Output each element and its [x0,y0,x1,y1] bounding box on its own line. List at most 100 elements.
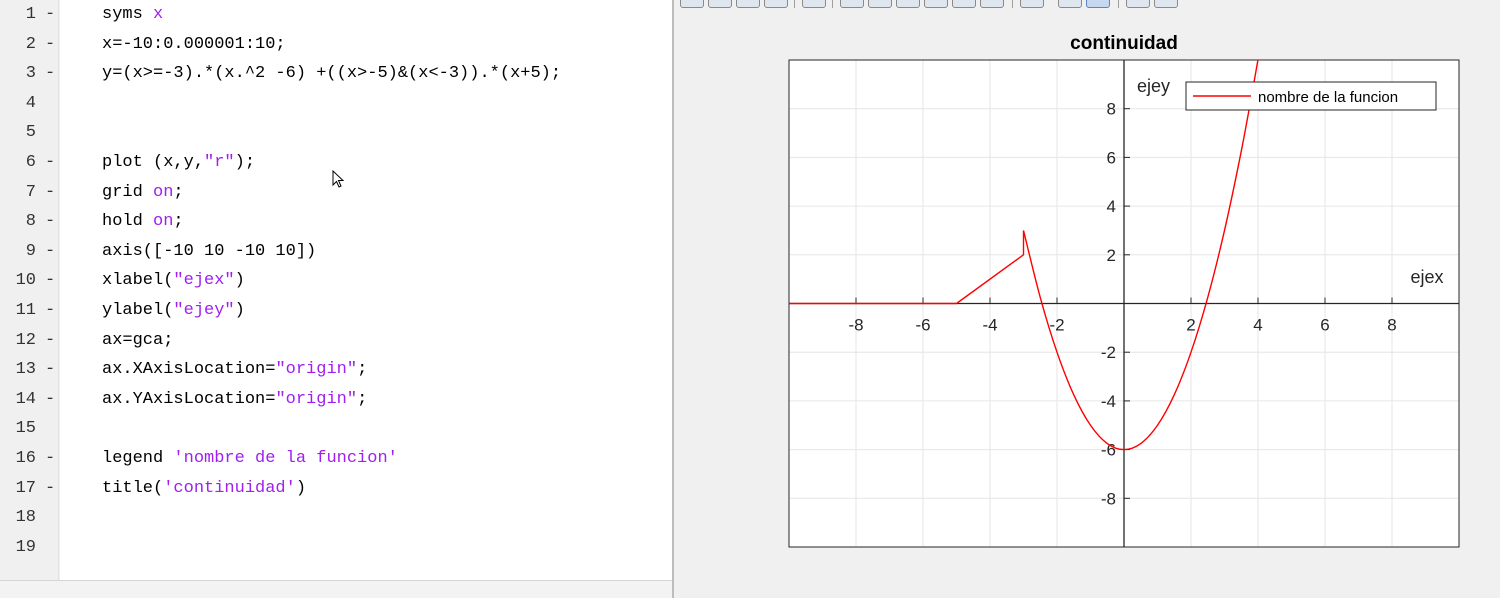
x-tick-label: -6 [915,316,930,335]
code-line[interactable]: 14- ax.YAxisLocation="origin"; [0,385,672,415]
y-tick-label: -6 [1101,441,1116,460]
line-number: 13 [15,360,36,380]
code-token: plot (x,y, [102,153,205,172]
x-tick-label: -8 [848,316,863,335]
breakpoint-marker[interactable]: - [45,296,55,326]
code-text[interactable]: axis([-10 10 -10 10]) [102,237,316,267]
breakpoint-marker[interactable]: - [45,59,55,89]
y-tick-label: 8 [1107,100,1116,119]
chart-title: continuidad [1070,33,1178,54]
horizontal-scrollbar[interactable] [0,580,672,598]
code-text[interactable]: xlabel("ejex") [102,266,245,296]
code-text[interactable]: ax.XAxisLocation="origin"; [102,355,367,385]
breakpoint-marker[interactable]: - [45,444,55,474]
x-tick-label: 2 [1186,316,1195,335]
string-token: "origin" [275,389,358,409]
string-token: "ejey" [173,301,235,320]
code-token: ; [357,360,368,380]
line-number: 2 [25,34,36,54]
line-number: 10 [15,271,36,291]
code-line[interactable]: 13- ax.XAxisLocation="origin"; [0,355,672,385]
code-token: xlabel( [102,271,174,291]
code-line[interactable]: 4 [0,89,672,119]
code-editor[interactable]: 1- syms x 2- x=-10:0.000001:10; 3- y=(x>=-3).… [0,0,672,598]
breakpoint-marker[interactable]: - [45,385,55,415]
code-text[interactable]: ax.YAxisLocation="origin"; [102,385,367,415]
y-tick-label: -4 [1101,392,1116,411]
code-text[interactable]: ylabel("ejey") [102,296,245,326]
figure-window[interactable]: -8 -6 -4 -2 2 4 6 8 -8 -6 -4 -2 2 4 6 8 continuidad eje… [672,0,1500,598]
code-text[interactable]: hold on; [102,207,184,237]
x-axis-label: ejex [1410,267,1443,287]
x-tick-label: 8 [1387,316,1396,335]
code-line[interactable]: 15 [0,414,672,444]
code-line[interactable]: 16- legend 'nombre de la funcion' [0,444,672,474]
code-token: ylabel( [102,301,174,320]
code-text[interactable]: syms x [102,0,163,30]
line-number: 16 [15,449,36,468]
code-text[interactable]: title('continuidad') [102,474,306,504]
breakpoint-marker[interactable]: - [45,178,55,208]
code-text[interactable]: x=-10:0.000001:10; [102,30,286,60]
string-token: on [153,182,174,202]
string-token: 'continuidad' [163,478,296,498]
code-text[interactable]: plot (x,y,"r"); [102,148,255,178]
figure-canvas[interactable]: -8 -6 -4 -2 2 4 6 8 -8 -6 -4 -2 2 4 6 8 continuidad eje… [674,0,1500,598]
code-line[interactable]: 11- ylabel("ejey") [0,296,672,326]
x-tick-label: 6 [1320,316,1329,335]
breakpoint-marker[interactable]: - [45,474,55,504]
string-token: "r" [204,153,235,172]
breakpoint-marker[interactable]: - [45,355,55,385]
string-token: 'nombre de la funcion' [173,449,398,468]
breakpoint-marker[interactable]: - [45,0,55,30]
code-line[interactable]: 12- ax=gca; [0,326,672,356]
code-token: axis([-10 10 -10 10]) [102,241,317,261]
code-text[interactable]: legend 'nombre de la funcion' [102,444,398,474]
code-token: ; [173,182,184,202]
y-tick-label: 2 [1107,246,1116,265]
line-number: 6 [25,153,36,172]
code-line[interactable]: 10- xlabel("ejex") [0,266,672,296]
y-axis-label: ejey [1137,76,1170,96]
code-line[interactable]: 9- axis([-10 10 -10 10]) [0,237,672,267]
code-line[interactable]: 1- syms x [0,0,672,30]
line-number: 14 [15,389,36,409]
breakpoint-marker[interactable]: - [45,266,55,296]
breakpoint-marker[interactable]: - [45,30,55,60]
line-number: 9 [25,241,36,261]
y-tick-label: -8 [1101,489,1116,508]
code-line[interactable]: 2- x=-10:0.000001:10; [0,30,672,60]
breakpoint-marker[interactable]: - [45,326,55,356]
code-text[interactable]: ax=gca; [102,326,173,356]
code-token: ) [295,478,307,498]
legend[interactable]: nombre de la funcion [1185,81,1437,111]
breakpoint-marker[interactable]: - [45,237,55,267]
code-token: ax.YAxisLocation= [102,389,276,409]
code-token: ); [234,153,256,172]
code-token: ) [234,301,245,320]
x-tick-label: -4 [982,316,997,335]
line-number: 15 [15,419,36,439]
code-line[interactable]: 19 [0,533,672,563]
code-token: syms [102,5,154,24]
code-token: ax.XAxisLocation= [102,360,276,380]
code-token: hold [102,212,154,232]
code-token: ax=gca; [102,330,174,350]
code-line[interactable]: 17- title('continuidad') [0,474,672,504]
code-line[interactable]: 18 [0,503,672,533]
mouse-pointer-icon [332,170,345,188]
breakpoint-marker[interactable]: - [45,148,55,178]
line-number: 5 [25,123,36,143]
line-number: 19 [15,537,36,557]
code-line[interactable]: 5 [0,118,672,148]
line-number: 1 [25,5,36,24]
code-text[interactable]: y=(x>=-3).*(x.^2 -6) +((x>-5)&(x<-3)).*(… [102,59,561,89]
line-number: 12 [15,330,36,350]
breakpoint-marker[interactable]: - [45,207,55,237]
string-token: x [153,5,164,24]
y-tick-label: -2 [1101,343,1116,362]
code-line[interactable]: 3- y=(x>=-3).*(x.^2 -6) +((x>-5)&(x<-3)).… [0,59,672,89]
code-text[interactable]: grid on; [102,178,184,208]
string-token: "origin" [275,360,358,380]
code-line[interactable]: 8- hold on; [0,207,672,237]
